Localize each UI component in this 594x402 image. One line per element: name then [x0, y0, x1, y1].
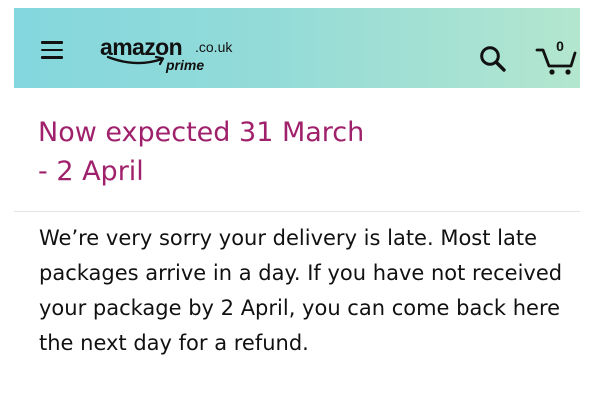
logo-domain: .co.uk: [195, 39, 233, 55]
search-icon[interactable]: [478, 44, 508, 74]
amazon-smile-icon: [106, 55, 165, 66]
heading-line-1: Now expected 31 March: [38, 117, 365, 148]
cart-count-badge: 0: [556, 38, 564, 54]
heading-line-2: - 2 April: [38, 156, 144, 187]
late-delivery-message: We’re very sorry your delivery is late. …: [39, 226, 563, 355]
menu-bar-top: [41, 41, 63, 44]
menu-bar-bottom: [41, 56, 63, 59]
search-icon-graphic: [480, 46, 506, 72]
logo-prime-label: prime: [166, 57, 205, 73]
cart-button[interactable]: 0: [535, 38, 579, 76]
section-divider: [14, 211, 580, 212]
hamburger-menu-icon[interactable]: [41, 41, 63, 59]
delivery-estimate-heading: Now expected 31 March - 2 April: [38, 113, 558, 191]
amazon-prime-logo[interactable]: amazon .co.uk prime: [100, 35, 250, 79]
top-header: amazon .co.uk prime 0: [14, 8, 580, 88]
menu-bar-middle: [41, 48, 63, 52]
